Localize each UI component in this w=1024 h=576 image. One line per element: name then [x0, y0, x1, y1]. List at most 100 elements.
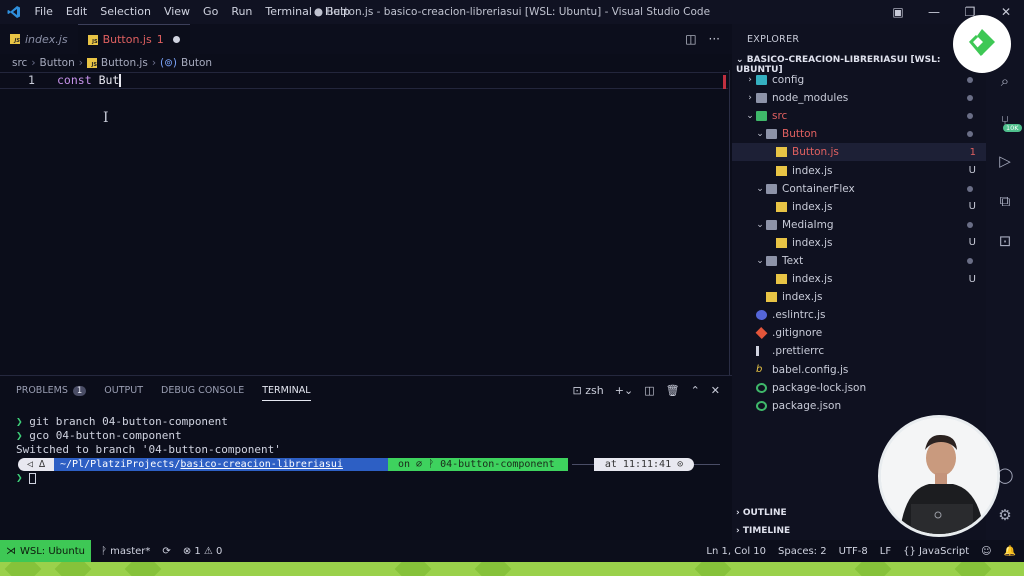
sync-icon[interactable]: ⟳ [162, 546, 170, 557]
code-editor[interactable]: 1 const But I [0, 70, 732, 375]
tree-file[interactable]: index.js U [732, 270, 986, 288]
outline-section[interactable]: › OUTLINE [736, 508, 787, 518]
folder-icon [756, 93, 767, 104]
tree-folder[interactable]: ⌄ src [732, 107, 986, 125]
menu-item-file[interactable]: File [28, 0, 59, 24]
language-mode[interactable]: {} JavaScript [903, 546, 969, 557]
identifier-token: But [98, 73, 120, 87]
modified-dot-icon [967, 95, 973, 102]
webcam-presenter-image [878, 415, 1000, 537]
tree-folder[interactable]: › node_modules [732, 89, 986, 107]
tree-file[interactable]: .eslintrc.js [732, 306, 986, 324]
terminal-shell-selector[interactable]: ⊡ zsh [573, 384, 604, 397]
git-branch[interactable]: ᚹ master* [101, 546, 150, 557]
tab-label: index.js [25, 32, 68, 46]
encoding[interactable]: UTF-8 [839, 546, 868, 557]
run-debug-icon[interactable]: ▷ [986, 152, 1024, 170]
unsaved-dot-icon[interactable] [172, 36, 180, 43]
tree-file[interactable]: b babel.config.js [732, 361, 986, 379]
menu-item-go[interactable]: Go [197, 0, 225, 24]
tree-file[interactable]: package-lock.json [732, 379, 986, 397]
code-text[interactable]: const But [57, 73, 121, 88]
git-file-icon [755, 327, 768, 340]
tab-terminal[interactable]: TERMINAL [262, 385, 311, 401]
tree-item-label: .gitignore [772, 327, 823, 340]
tree-item-label: babel.config.js [772, 363, 849, 376]
terminal-output[interactable]: ❯ git branch 04-button-component ❯ gco 04… [16, 415, 281, 457]
notifications-icon[interactable]: 🔔 [1004, 546, 1016, 557]
git-status-badge: 1 [969, 146, 976, 158]
tree-folder[interactable]: ⌄ MediaImg [732, 216, 986, 234]
menu-item-selection[interactable]: Selection [94, 0, 158, 24]
minimize-icon[interactable]: — [916, 5, 952, 19]
terminal-input-line[interactable]: ❯ [16, 471, 36, 484]
indentation[interactable]: Spaces: 2 [778, 546, 827, 557]
modified-dot-icon [967, 185, 973, 192]
tree-file[interactable]: index.js U [732, 198, 986, 216]
cursor-position[interactable]: Ln 1, Col 10 [706, 546, 766, 557]
tree-item-label: index.js [792, 273, 833, 286]
end-of-line[interactable]: LF [880, 546, 891, 557]
chevron-down-icon: ⌄ [756, 219, 764, 230]
remote-indicator[interactable]: ⋊ WSL: Ubuntu [0, 540, 91, 562]
remote-icon: ⋊ [6, 545, 16, 557]
tree-item-label: package-lock.json [772, 381, 867, 394]
tree-file[interactable]: index.js U [732, 234, 986, 252]
menu-item-run[interactable]: Run [225, 0, 259, 24]
tab-output[interactable]: OUTPUT [104, 385, 143, 396]
tree-file[interactable]: .gitignore [732, 324, 986, 342]
bottom-panel: PROBLEMS 1 OUTPUT DEBUG CONSOLE TERMINAL … [0, 375, 732, 540]
split-editor-icon[interactable]: ◫ [685, 32, 696, 46]
tree-folder[interactable]: ⌄ Button [732, 125, 986, 143]
folder-icon [766, 183, 777, 194]
remote-explorer-icon[interactable]: ⊡ [986, 232, 1024, 250]
menu-item-view[interactable]: View [157, 0, 196, 24]
trash-icon[interactable]: 🗑 [666, 384, 680, 397]
breadcrumb-symbol[interactable]: Buton [181, 57, 212, 69]
menu-item-terminal[interactable]: Terminal [259, 0, 319, 24]
menu-item-help[interactable]: Help [318, 0, 356, 24]
close-panel-icon[interactable]: ✕ [711, 384, 720, 397]
path-segment: ~/Pl/PlatziProjects/basico-creacion-libr… [54, 458, 388, 471]
code-line[interactable]: 1 const But [0, 72, 728, 89]
js-file-icon: JS [10, 34, 20, 44]
breadcrumb-file[interactable]: Button.js [101, 57, 148, 69]
tab-button-js[interactable]: JS Button.js 1 [77, 24, 190, 54]
tree-file[interactable]: .prettierrc [732, 342, 986, 360]
search-icon[interactable]: ⌕ [986, 72, 1024, 90]
chevron-down-icon: ⌄ [746, 111, 754, 122]
settings-gear-icon[interactable]: ⚙ [986, 506, 1024, 524]
more-actions-icon[interactable]: ··· [709, 32, 720, 46]
menu-item-edit[interactable]: Edit [59, 0, 93, 24]
js-file-icon [776, 274, 787, 285]
tree-file[interactable]: index.js U [732, 161, 986, 179]
os-segment-icon: ◁ ∆ [18, 458, 54, 471]
git-status-badge: U [968, 201, 976, 213]
maximize-panel-icon[interactable]: ⌃ [691, 384, 700, 397]
timeline-section[interactable]: › TIMELINE [736, 526, 790, 536]
window-controls: ▣ — ❐ ✕ [880, 0, 1024, 24]
tree-file[interactable]: index.js [732, 288, 986, 306]
new-terminal-icon[interactable]: +⌄ [615, 384, 633, 397]
tree-file[interactable]: package.json [732, 397, 986, 415]
tree-folder[interactable]: ⌄ Text [732, 252, 986, 270]
feedback-icon[interactable]: ☺ [981, 546, 991, 557]
tree-file[interactable]: Button.js 1 [732, 143, 986, 162]
split-terminal-icon[interactable]: ◫ [644, 384, 654, 397]
terminal-line: ❯ gco 04-button-component [16, 429, 182, 442]
breadcrumb-src[interactable]: src [12, 57, 27, 69]
problems-indicator[interactable]: ⊗ 1 ⚠ 0 [183, 546, 223, 557]
error-scroll-marker [723, 75, 726, 89]
layout-icon[interactable]: ▣ [880, 5, 916, 19]
tab-debug-console[interactable]: DEBUG CONSOLE [161, 385, 244, 396]
tree-item-label: src [772, 110, 788, 123]
tree-folder[interactable]: ⌄ ContainerFlex [732, 180, 986, 198]
tab-index-js[interactable]: JS index.js [0, 24, 78, 54]
json-file-icon [756, 400, 767, 411]
breadcrumb-button-folder[interactable]: Button [40, 57, 75, 69]
folder-icon [766, 219, 777, 230]
tab-problems[interactable]: PROBLEMS 1 [16, 385, 87, 396]
extensions-icon[interactable]: ⧉ [986, 192, 1024, 210]
tree-folder[interactable]: › config [732, 71, 986, 89]
git-status-badge: U [968, 165, 976, 177]
